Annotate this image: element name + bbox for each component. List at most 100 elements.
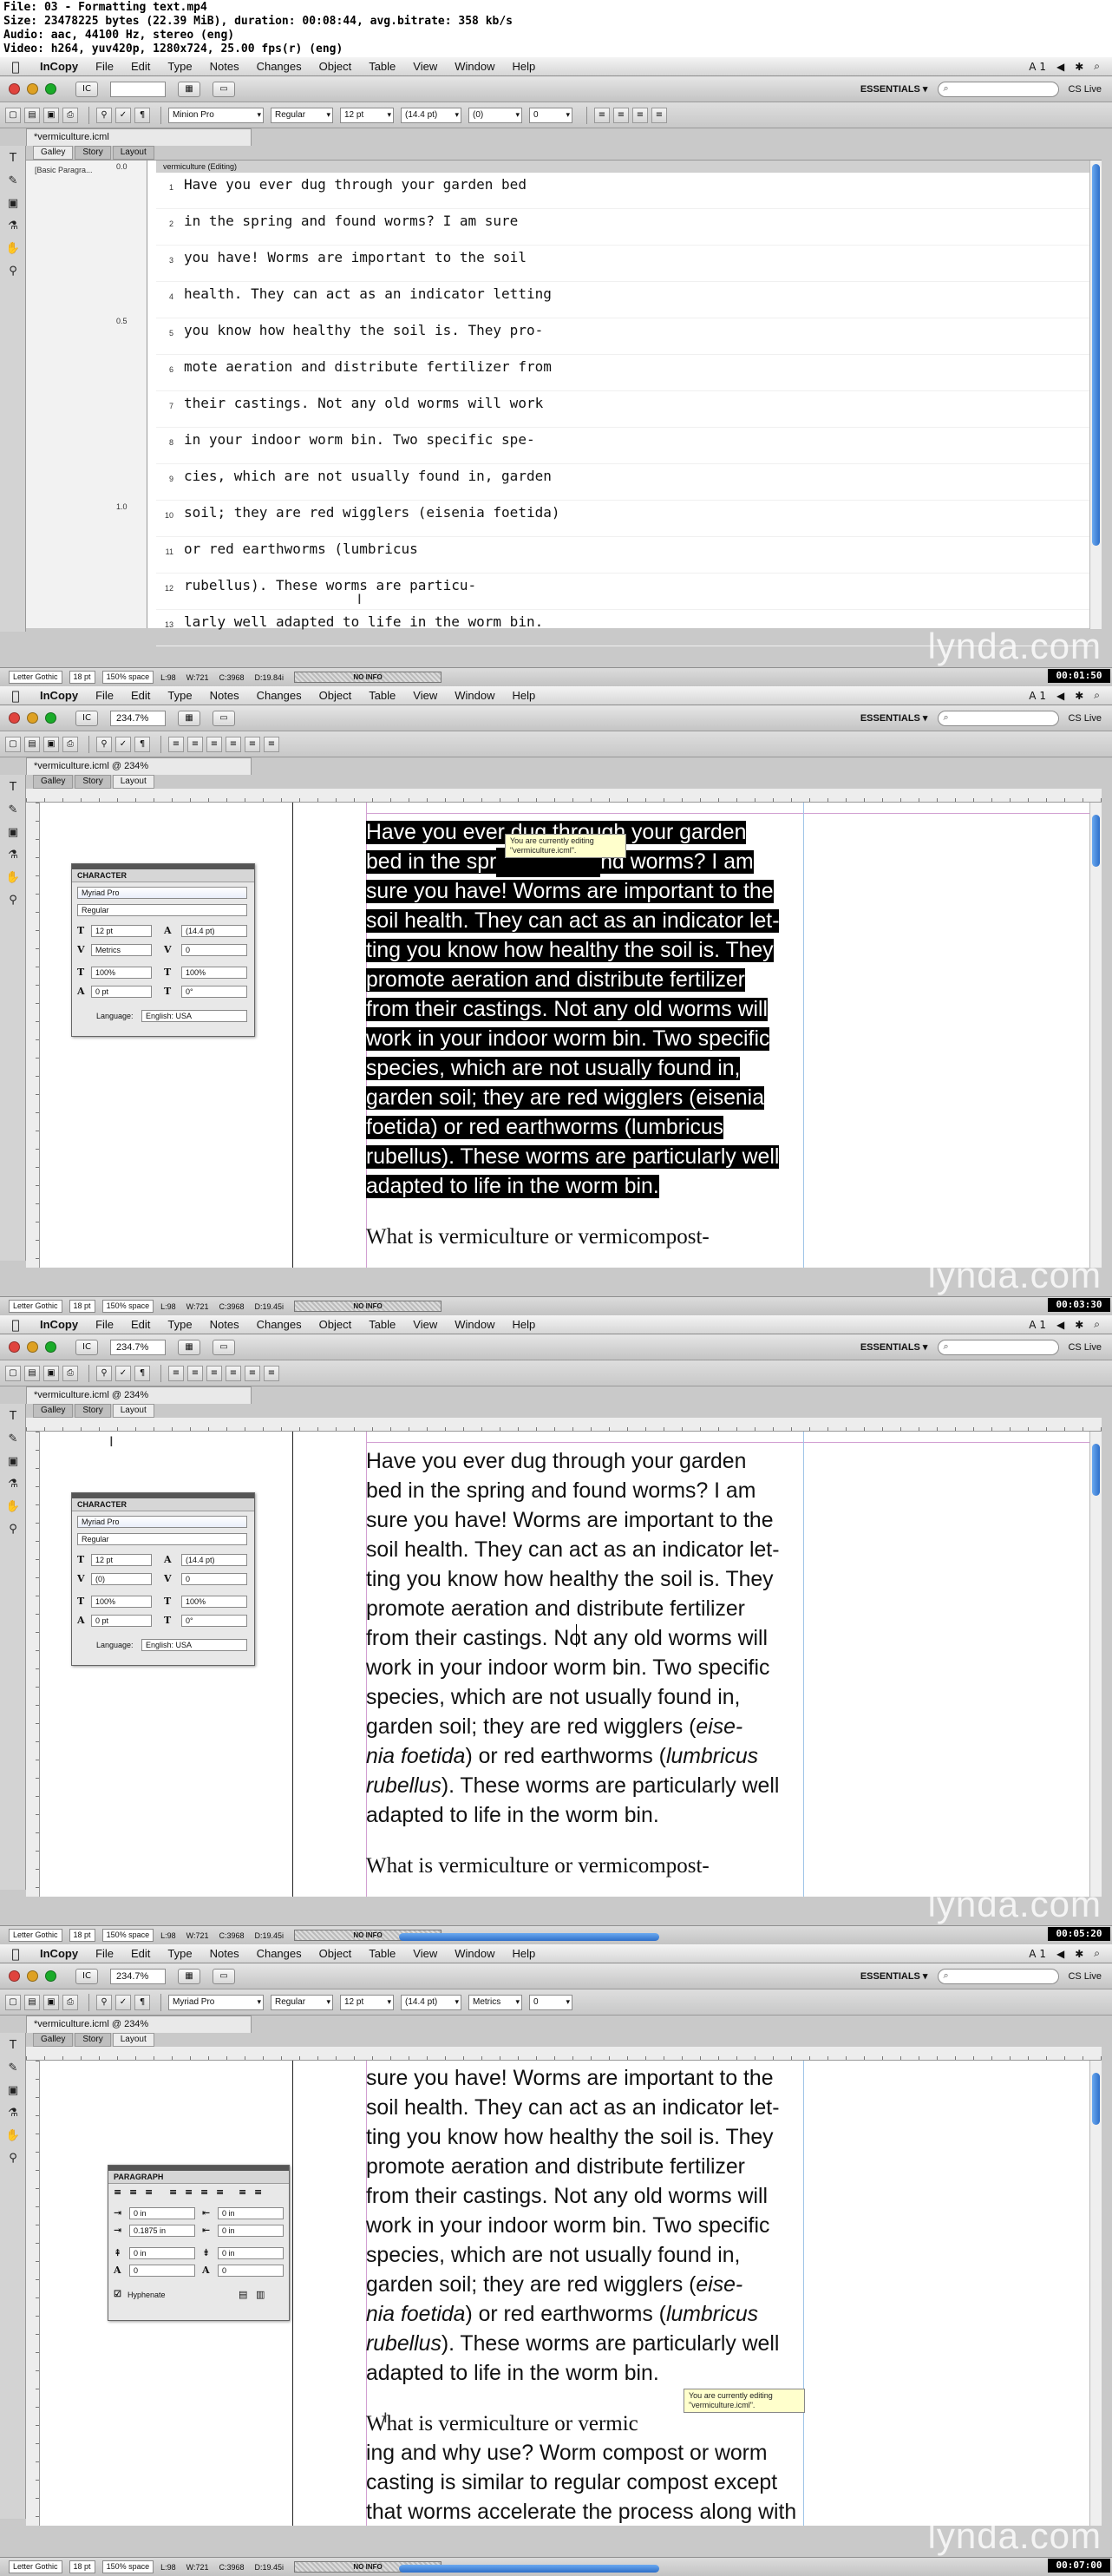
font-size-field[interactable]: 12 pt bbox=[340, 1994, 394, 2010]
view-options-icon[interactable]: ▦ bbox=[178, 81, 200, 97]
view-options-icon[interactable]: ▦ bbox=[178, 1339, 200, 1355]
align-away-spine-icon[interactable]: ≡ bbox=[254, 2186, 262, 2199]
vertical-scrollbar[interactable] bbox=[1089, 2061, 1102, 2526]
leading-field[interactable]: (14.4 pt) bbox=[401, 107, 461, 123]
eyedropper-tool-icon[interactable]: ⚗ bbox=[3, 2104, 23, 2123]
right-indent-field[interactable]: 0 in bbox=[218, 2207, 284, 2219]
help-search-input[interactable] bbox=[938, 81, 1060, 97]
baseline-shift-field[interactable]: 0 pt bbox=[91, 986, 152, 998]
layout-view[interactable]: sure you have! Worms are important to th… bbox=[26, 2047, 1102, 2526]
menu-table[interactable]: Table bbox=[360, 1947, 404, 1960]
baseline-grid-align-icon[interactable]: ▥ bbox=[256, 2289, 265, 2301]
menu-edit[interactable]: Edit bbox=[122, 689, 159, 702]
kerning-field[interactable]: (0) bbox=[91, 1573, 152, 1585]
cs-live-button[interactable]: CS Live bbox=[1068, 713, 1102, 724]
font-style-dropdown[interactable]: Regular bbox=[271, 107, 333, 123]
align-center-icon[interactable]: ≡ bbox=[187, 1365, 203, 1381]
galley-size-field[interactable]: 18 pt bbox=[69, 1929, 95, 1942]
hand-tool-icon[interactable]: ✋ bbox=[3, 868, 23, 888]
italic-text[interactable]: rubellus bbox=[366, 1774, 442, 1798]
font-style-dropdown[interactable]: Regular bbox=[77, 904, 247, 916]
note-tool-icon[interactable]: ✎ bbox=[3, 2059, 23, 2078]
font-style-dropdown[interactable]: Regular bbox=[77, 1533, 247, 1545]
screen-mode-icon[interactable]: ▭ bbox=[213, 1968, 235, 1984]
panel-title[interactable]: CHARACTER bbox=[72, 869, 254, 882]
menu-view[interactable]: View bbox=[404, 1947, 446, 1960]
workspace-switcher[interactable]: ESSENTIALS ▾ bbox=[860, 712, 928, 724]
panel-title[interactable]: CHARACTER bbox=[72, 1498, 254, 1511]
zoom-window-button[interactable] bbox=[45, 1970, 56, 1982]
last-line-indent-field[interactable]: 0 in bbox=[218, 2225, 284, 2237]
space-before-field[interactable]: 0 in bbox=[129, 2247, 195, 2259]
position-tool-icon[interactable]: ▣ bbox=[3, 194, 23, 213]
menu-help[interactable]: Help bbox=[503, 1947, 544, 1960]
italic-text[interactable]: nia foetida bbox=[366, 1745, 465, 1768]
story-line[interactable]: species, which are not usually found in, bbox=[366, 1683, 805, 1713]
align-spine-icon[interactable]: ≡ bbox=[264, 1365, 279, 1381]
menu-changes[interactable]: Changes bbox=[248, 1947, 311, 1960]
baseline-grid-icon[interactable]: ▤ bbox=[239, 2289, 247, 2301]
bluetooth-icon[interactable]: ✱ bbox=[1075, 1319, 1083, 1331]
tab-layout[interactable]: Layout bbox=[112, 146, 154, 160]
selected-text[interactable]: bed in the spr bbox=[366, 850, 497, 874]
italic-text[interactable]: lumbricus bbox=[666, 1745, 758, 1768]
vertical-scale-field[interactable]: 100% bbox=[91, 1596, 152, 1608]
story-heading[interactable]: What is vermiculture or vermicompost- bbox=[366, 1852, 805, 1881]
selected-text[interactable]: work in your indoor worm bin. Two specif… bbox=[366, 1027, 770, 1051]
hand-tool-icon[interactable]: ✋ bbox=[3, 239, 23, 259]
zoom-window-button[interactable] bbox=[45, 1341, 56, 1353]
minimize-window-button[interactable] bbox=[27, 83, 38, 95]
story-text[interactable]: Have you ever dug through your garden be… bbox=[366, 818, 805, 1252]
menu-app[interactable]: InCopy bbox=[31, 60, 87, 73]
bluetooth-icon[interactable]: ✱ bbox=[1075, 61, 1083, 73]
layout-view[interactable]: Have you ever dug through your garden be… bbox=[26, 789, 1102, 1268]
justify-all-icon[interactable]: ≡ bbox=[216, 2186, 224, 2199]
find-icon[interactable]: ⚲ bbox=[96, 1365, 112, 1381]
workspace-switcher[interactable]: ESSENTIALS ▾ bbox=[860, 1970, 928, 1982]
pilcrow-icon[interactable]: ¶ bbox=[134, 736, 150, 752]
selected-text[interactable]: rubellus). These worms are particularly … bbox=[366, 1145, 780, 1169]
galley-spacing-field[interactable]: 150% space bbox=[101, 1300, 154, 1313]
close-window-button[interactable] bbox=[9, 1341, 20, 1353]
story-line[interactable]: promote aeration and distribute fertiliz… bbox=[366, 2153, 805, 2182]
align-center-icon[interactable]: ≡ bbox=[187, 736, 203, 752]
galley-size-field[interactable]: 18 pt bbox=[69, 1300, 95, 1313]
print-icon[interactable]: ⎙ bbox=[62, 107, 78, 123]
vertical-scrollbar[interactable] bbox=[1089, 161, 1102, 629]
align-right-icon[interactable]: ≡ bbox=[145, 2186, 153, 2199]
zoom-level-field[interactable]: 234.7% bbox=[110, 710, 166, 726]
selected-text[interactable]: ting you know how healthy the soil is. T… bbox=[366, 939, 774, 962]
story-line[interactable]: soil health. They can act as an indicato… bbox=[366, 1536, 805, 1565]
apple-menu-icon[interactable]:  bbox=[0, 59, 31, 75]
tracking-field[interactable]: 0 bbox=[181, 944, 247, 956]
scroll-thumb[interactable] bbox=[1092, 815, 1100, 867]
selected-text[interactable]: foetida) or red earthworms (lumbricus bbox=[366, 1116, 724, 1139]
menu-edit[interactable]: Edit bbox=[122, 60, 159, 73]
menu-view[interactable]: View bbox=[404, 689, 446, 702]
vertical-ruler[interactable] bbox=[26, 803, 40, 1268]
workspace-switcher[interactable]: ESSENTIALS ▾ bbox=[860, 1341, 928, 1353]
story-line[interactable]: work in your indoor worm bin. Two specif… bbox=[366, 2212, 805, 2241]
font-family-dropdown[interactable]: Myriad Pro bbox=[77, 887, 247, 899]
align-left-icon[interactable]: ≡ bbox=[114, 2186, 121, 2199]
menu-notes[interactable]: Notes bbox=[201, 1947, 248, 1960]
align-left-icon[interactable]: ≡ bbox=[168, 736, 184, 752]
open-icon[interactable]: ▤ bbox=[24, 107, 40, 123]
galley-font-field[interactable]: Letter Gothic bbox=[9, 1929, 62, 1942]
scroll-thumb[interactable] bbox=[1092, 164, 1100, 546]
menu-help[interactable]: Help bbox=[503, 689, 544, 702]
skew-field[interactable]: 0° bbox=[181, 1615, 247, 1627]
horizontal-scale-field[interactable]: 100% bbox=[181, 1596, 247, 1608]
menu-file[interactable]: File bbox=[87, 689, 122, 702]
zoom-tool-icon[interactable]: ⚲ bbox=[3, 2149, 23, 2168]
selected-text[interactable]: garden soil; they are red wigglers (eise… bbox=[366, 1086, 764, 1110]
save-icon[interactable]: ▣ bbox=[43, 1365, 59, 1381]
panel-title[interactable]: PARAGRAPH bbox=[108, 2171, 289, 2184]
apple-menu-icon[interactable]:  bbox=[0, 1317, 31, 1333]
leading-field[interactable]: (14.4 pt) bbox=[181, 1554, 247, 1566]
menu-window[interactable]: Window bbox=[446, 689, 503, 702]
checkbox-checked-icon[interactable]: ☑ bbox=[114, 2289, 121, 2301]
help-search-input[interactable] bbox=[938, 710, 1060, 726]
menu-help[interactable]: Help bbox=[503, 60, 544, 73]
bluetooth-icon[interactable]: ✱ bbox=[1075, 690, 1083, 702]
